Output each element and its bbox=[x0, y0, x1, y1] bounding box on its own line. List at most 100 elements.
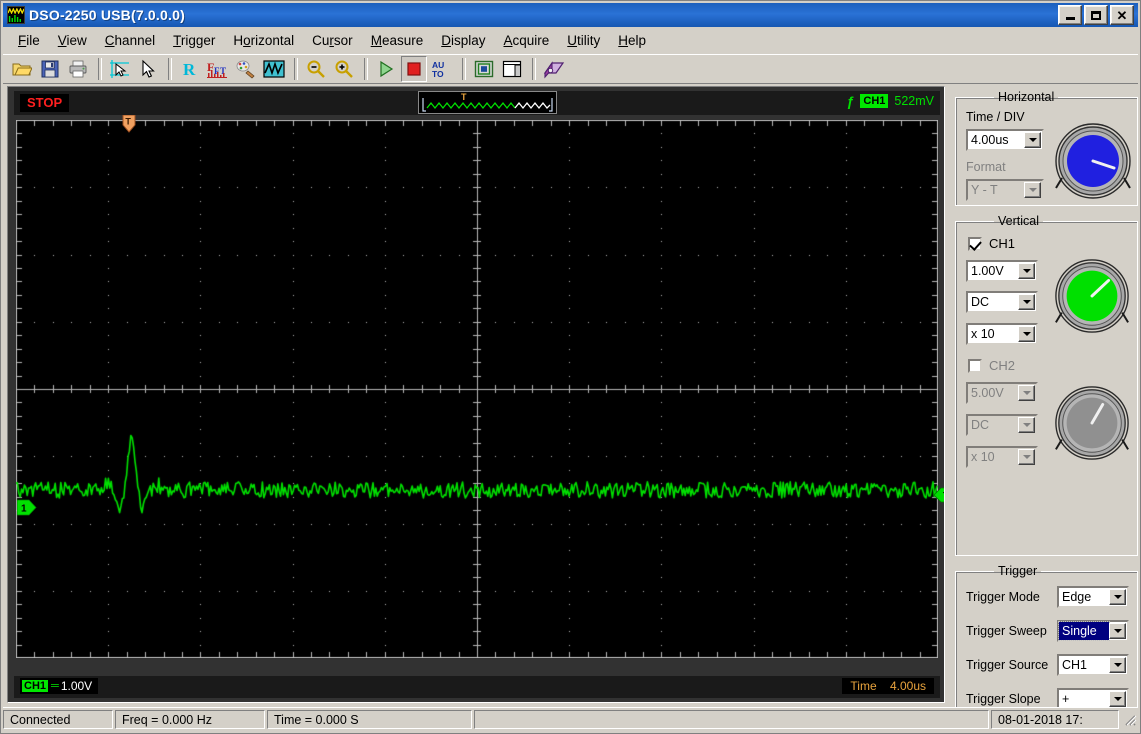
horizontal-group: Horizontal Time / DIV 4.00us Format Y - … bbox=[955, 90, 1138, 206]
menu-bar: File View Channel Trigger Horizontal Cursor Me… bbox=[3, 29, 1138, 52]
trigger-mode-select[interactable]: Edge bbox=[1057, 586, 1129, 608]
chevron-down-icon[interactable] bbox=[1018, 294, 1035, 310]
fullscreen-icon[interactable] bbox=[471, 56, 497, 82]
waveform-preview[interactable]: T bbox=[418, 91, 557, 114]
zoom-in-icon[interactable] bbox=[331, 56, 357, 82]
ch2-probe-value: x 10 bbox=[971, 450, 995, 464]
time-label: Time bbox=[850, 679, 877, 693]
fft-icon[interactable]: F F T bbox=[205, 56, 231, 82]
maximize-button[interactable] bbox=[1084, 5, 1108, 25]
run-icon[interactable] bbox=[373, 56, 399, 82]
svg-text:1: 1 bbox=[21, 504, 27, 515]
scope-display-area: STOP T ƒ CH1 522mV T 1 CH1 ═ 1.00V Time … bbox=[3, 86, 949, 706]
menu-utility[interactable]: Utility bbox=[558, 30, 609, 51]
svg-text:TO: TO bbox=[432, 69, 444, 79]
panel-toggle-icon[interactable] bbox=[499, 56, 525, 82]
trigger-slope-label: Trigger Slope bbox=[966, 692, 1041, 706]
stop-icon[interactable] bbox=[401, 56, 427, 82]
timebase-readout: Time 4.00us bbox=[842, 678, 934, 694]
trigger-sweep-label: Trigger Sweep bbox=[966, 624, 1047, 638]
chevron-down-icon[interactable] bbox=[1109, 691, 1126, 707]
format-select: Y - T bbox=[966, 179, 1044, 201]
print-icon[interactable] bbox=[65, 56, 91, 82]
pointer-icon[interactable] bbox=[135, 56, 161, 82]
time-div-select[interactable]: 4.00us bbox=[966, 129, 1044, 151]
maximize-icon bbox=[1091, 10, 1101, 20]
auto-icon[interactable]: AU TO bbox=[429, 56, 455, 82]
reference-icon[interactable]: R bbox=[177, 56, 203, 82]
trigger-level-marker[interactable]: T bbox=[933, 487, 944, 503]
ch1-ground-marker[interactable]: 1 bbox=[16, 499, 37, 516]
trigger-slope-value: + bbox=[1062, 692, 1070, 706]
waveform-plot[interactable] bbox=[16, 120, 938, 658]
trigger-position-marker[interactable]: T bbox=[121, 114, 137, 133]
time-div-value: 4.00us bbox=[971, 133, 1009, 147]
save-icon[interactable] bbox=[37, 56, 63, 82]
zoom-out-icon[interactable] bbox=[303, 56, 329, 82]
ch1-probe-value: x 10 bbox=[971, 327, 995, 341]
ch2-position-knob[interactable] bbox=[1052, 383, 1132, 468]
trigger-source-row: Trigger Source CH1 bbox=[966, 654, 1129, 676]
ch1-checkbox[interactable] bbox=[968, 236, 982, 251]
chevron-down-icon[interactable] bbox=[1024, 132, 1041, 148]
trigger-source-select[interactable]: CH1 bbox=[1057, 654, 1129, 676]
ch1-volts-div-select[interactable]: 1.00V bbox=[966, 260, 1038, 282]
scope-inner-frame: STOP T ƒ CH1 522mV T 1 CH1 ═ 1.00V Time … bbox=[7, 86, 945, 703]
ch1-coupling-value: DC bbox=[971, 295, 990, 309]
frequency-readout: Freq = 0.000 Hz bbox=[115, 710, 265, 729]
title-bar: DSO-2250 USB(7.0.0.0) ✕ bbox=[3, 3, 1138, 27]
scope-logo-icon bbox=[7, 6, 25, 24]
trigger-readout: ƒ CH1 522mV bbox=[847, 93, 934, 109]
ch1-enable-row[interactable]: CH1 bbox=[968, 236, 1015, 251]
menu-display[interactable]: Display bbox=[432, 30, 494, 51]
ch1-position-knob[interactable] bbox=[1052, 256, 1132, 341]
persistence-icon[interactable] bbox=[233, 56, 259, 82]
status-bar: Connected Freq = 0.000 Hz Time = 0.000 S… bbox=[3, 707, 1138, 731]
menu-horizontal[interactable]: Horizontal bbox=[224, 30, 303, 51]
toolbar-separator bbox=[98, 58, 102, 80]
chevron-down-icon[interactable] bbox=[1109, 623, 1126, 639]
ch1-probe-select[interactable]: x 10 bbox=[966, 323, 1038, 345]
application-window: DSO-2250 USB(7.0.0.0) ✕ File View Channel T… bbox=[0, 0, 1141, 734]
menu-channel[interactable]: Channel bbox=[96, 30, 164, 51]
menu-acquire[interactable]: Acquire bbox=[494, 30, 558, 51]
waveform-math-icon[interactable] bbox=[261, 56, 287, 82]
window-controls: ✕ bbox=[1058, 5, 1136, 25]
menu-view[interactable]: View bbox=[49, 30, 96, 51]
ch2-coupling-value: DC bbox=[971, 418, 990, 432]
ch2-probe-select: x 10 bbox=[966, 446, 1038, 468]
trigger-mode-row: Trigger Mode Edge bbox=[966, 586, 1129, 608]
trigger-sweep-select[interactable]: Single bbox=[1057, 620, 1129, 642]
format-value: Y - T bbox=[971, 183, 998, 197]
menu-trigger[interactable]: Trigger bbox=[164, 30, 224, 51]
minimize-icon bbox=[1065, 17, 1075, 20]
ch2-checkbox[interactable] bbox=[968, 358, 982, 373]
scope-info-strip: STOP T ƒ CH1 522mV bbox=[14, 91, 940, 115]
ch1-volts-div-value: 1.00V bbox=[971, 264, 1004, 278]
menu-file[interactable]: File bbox=[9, 30, 49, 51]
open-icon[interactable] bbox=[9, 56, 35, 82]
chevron-down-icon[interactable] bbox=[1109, 589, 1126, 605]
help-book-icon[interactable] bbox=[541, 56, 567, 82]
format-label: Format bbox=[966, 160, 1006, 174]
time-measurement-readout: Time = 0.000 S bbox=[267, 710, 472, 729]
vertical-group-title: Vertical bbox=[998, 214, 1039, 228]
chevron-down-icon bbox=[1024, 182, 1041, 198]
resize-grip-icon[interactable] bbox=[1123, 713, 1137, 727]
ch2-enable-row[interactable]: CH2 bbox=[968, 358, 1015, 373]
ch1-volts-per-div: 1.00V bbox=[60, 679, 93, 693]
horizontal-position-knob[interactable] bbox=[1052, 120, 1134, 207]
chevron-down-icon[interactable] bbox=[1018, 263, 1035, 279]
cursor-measure-icon[interactable] bbox=[107, 56, 133, 82]
ch1-coupling-select[interactable]: DC bbox=[966, 291, 1038, 313]
menu-cursor[interactable]: Cursor bbox=[303, 30, 362, 51]
ch2-label: CH2 bbox=[989, 358, 1016, 373]
chevron-down-icon[interactable] bbox=[1018, 326, 1035, 342]
menu-measure[interactable]: Measure bbox=[362, 30, 433, 51]
menu-help[interactable]: Help bbox=[609, 30, 655, 51]
minimize-button[interactable] bbox=[1058, 5, 1082, 25]
toolbar-separator bbox=[462, 58, 466, 80]
close-button[interactable]: ✕ bbox=[1110, 5, 1134, 25]
ch1-scale-readout: CH1 ═ 1.00V bbox=[20, 678, 99, 694]
chevron-down-icon[interactable] bbox=[1109, 657, 1126, 673]
